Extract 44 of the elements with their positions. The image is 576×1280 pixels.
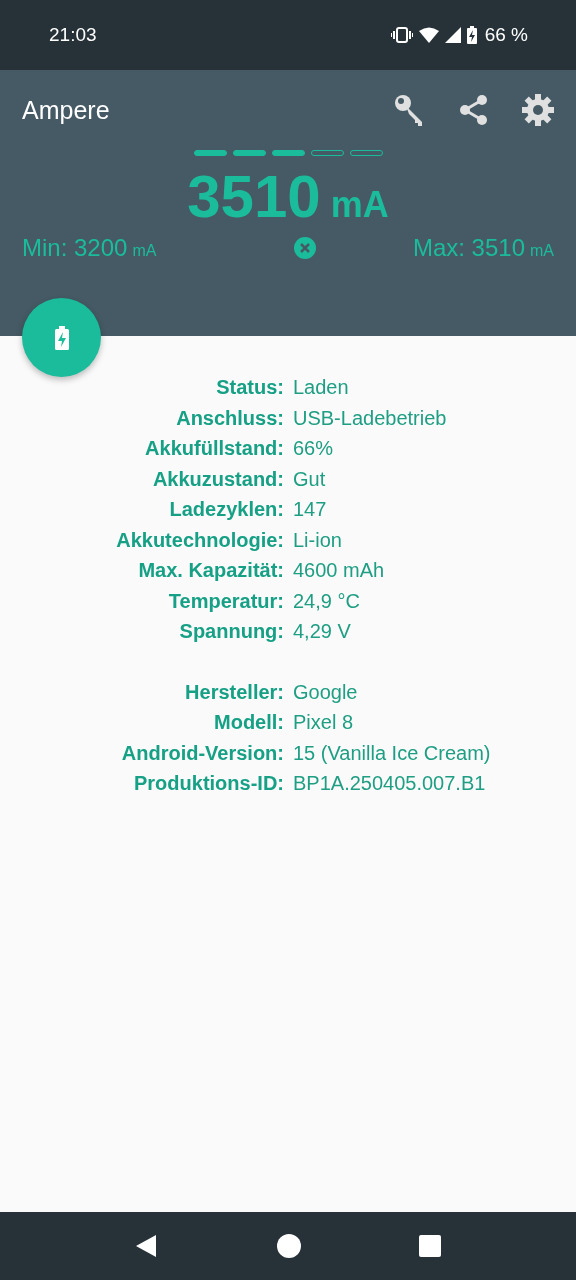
battery-charging-icon <box>53 325 70 350</box>
info-label: Anschluss: <box>175 405 284 431</box>
info-value: Li-ion <box>293 527 343 553</box>
min-unit: mA <box>132 242 157 260</box>
max-reading: Max: 3510 <box>412 234 525 262</box>
reset-icon[interactable] <box>293 237 316 259</box>
info-value: 66% <box>293 436 335 461</box>
max-unit: mA <box>530 242 554 260</box>
battery-percent: 66 % <box>484 24 528 46</box>
info-label: Akkufüllstand: <box>144 436 284 461</box>
battery-fab[interactable] <box>22 298 101 377</box>
home-icon[interactable] <box>276 1234 301 1258</box>
current-unit: mA <box>330 184 389 226</box>
info-value: 15 (Vanilla Ice Cream) <box>293 740 492 766</box>
info-value: 147 <box>293 497 328 522</box>
battery-icon <box>466 26 477 44</box>
vibrate-icon <box>390 27 413 43</box>
info-label: Temperatur: <box>167 588 284 614</box>
info-label: Android-Version: <box>120 740 284 766</box>
app-title: Ampere <box>22 95 110 125</box>
info-label: Hersteller: <box>184 679 284 705</box>
info-value: USB-Ladebetrieb <box>293 405 448 431</box>
info-value: Pixel 8 <box>293 710 355 735</box>
info-value: Gut <box>293 466 327 492</box>
clock-time: 21:03 <box>49 24 97 46</box>
info-label: Ladezyklen: <box>168 497 284 522</box>
info-value: Laden <box>293 375 350 400</box>
info-value: BP1A.250405.007.B1 <box>293 771 487 796</box>
info-value: 24,9 °C <box>293 588 361 614</box>
info-label: Akkutechnologie: <box>115 527 284 553</box>
info-label: Modell: <box>213 710 284 735</box>
min-reading: Min: 3200 <box>22 234 128 262</box>
info-value: Google <box>293 679 359 705</box>
info-label: Status: <box>215 375 284 400</box>
info-label: Max. Kapazität: <box>137 558 284 583</box>
wifi-icon <box>418 27 439 43</box>
info-label: Spannung: <box>178 619 284 644</box>
info-value: 4600 mAh <box>293 558 386 583</box>
info-label: Akkuzustand: <box>151 466 284 492</box>
signal-icon <box>444 27 461 43</box>
info-label: Produktions-ID: <box>133 771 284 796</box>
info-value: 4,29 V <box>293 619 352 644</box>
current-reading: 3510 <box>187 164 321 230</box>
back-icon[interactable] <box>134 1234 158 1258</box>
